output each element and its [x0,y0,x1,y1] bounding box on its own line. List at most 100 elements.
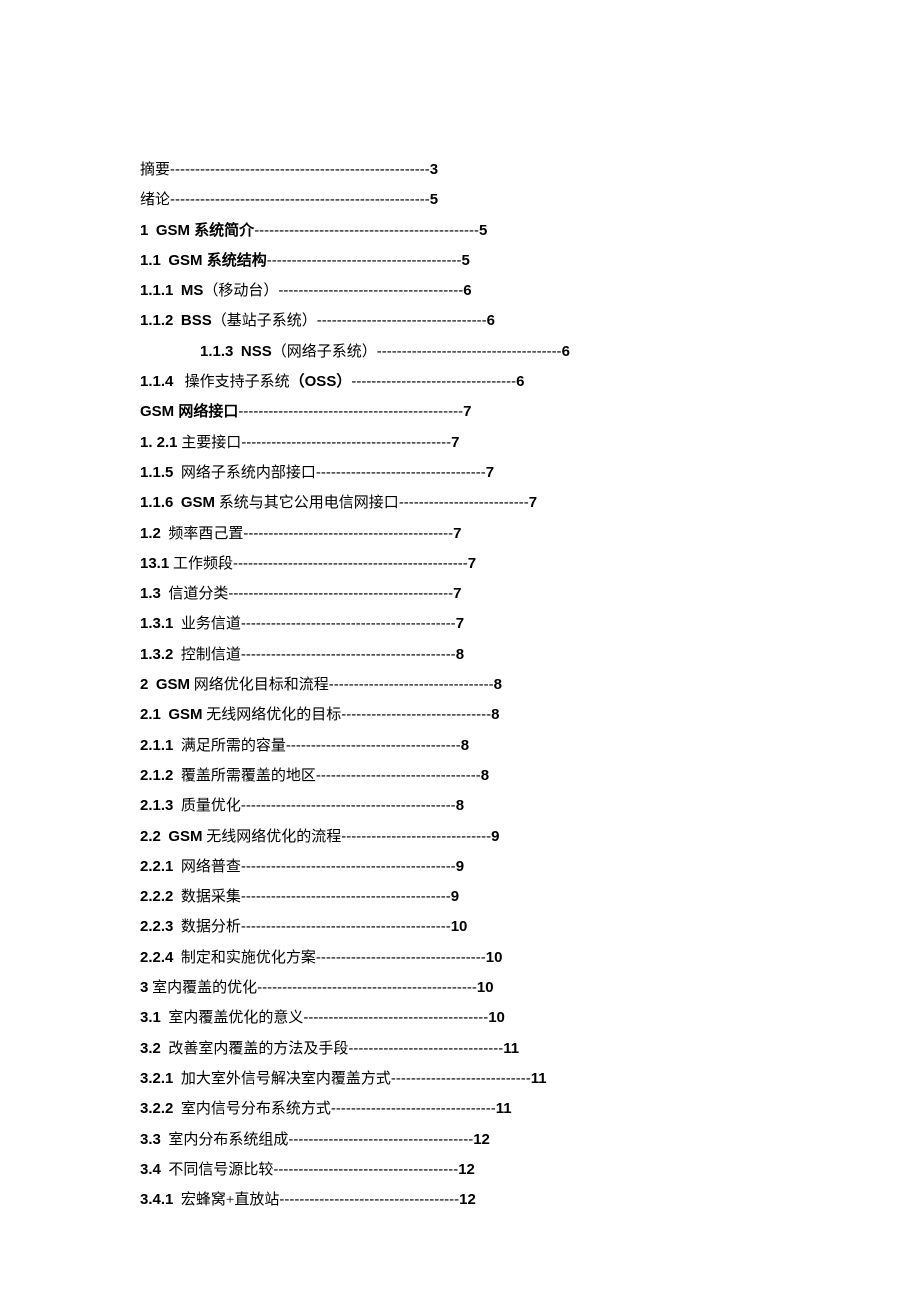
toc-leader: ------------------------------------- [278,276,463,306]
toc-entry: 3.2 改善室内覆盖的方法及手段 -----------------------… [140,1034,780,1064]
toc-leader: --------------------------------- [331,1094,496,1124]
toc-number: 2 [140,676,148,693]
toc-label: 1.1.6 GSM 系统与其它公用电信网接口 [140,488,399,518]
toc-number: 1.1 [140,252,161,269]
toc-page-number: 6 [562,337,570,367]
toc-page-number: 7 [486,458,494,488]
toc-leader: ----------------------------------------… [257,973,477,1003]
toc-number: 1.3 [140,585,161,602]
toc-title: 覆盖所需覆盖的地区 [181,768,316,784]
toc-page-number: 6 [463,276,471,306]
toc-entry: 2.2.2 数据采集 -----------------------------… [140,882,780,912]
toc-title: 室内分布系统组成 [168,1132,288,1148]
toc-label: 1.1.4 操作支持子系统（OSS） [140,367,351,397]
toc-page-number: 8 [491,700,499,730]
toc-title: MS（移动台） [181,283,279,299]
toc-label: 1.3 信道分类 [140,579,228,609]
toc-entry: 2.2 GSM 无线网络优化的流程 ----------------------… [140,822,780,852]
toc-entry: 1.3.1 业务信道 -----------------------------… [140,609,780,639]
toc-number: 2.1.3 [140,797,173,814]
toc-label: 1.1.1 MS（移动台） [140,276,278,306]
toc-label: GSM 网络接口 [140,397,238,427]
toc-label: 1.3.2 控制信道 [140,640,241,670]
toc-entry: 1 GSM 系统简介------------------------------… [140,216,780,246]
toc-entry: 1.1 GSM 系统结构----------------------------… [140,246,780,276]
toc-entry: 3.3 室内分布系统组成 ---------------------------… [140,1125,780,1155]
toc-entry: 1.1.2 BSS（基站子系统） -----------------------… [140,306,780,336]
toc-label: 3.2.2 室内信号分布系统方式 [140,1094,331,1124]
toc-label: 1.3.1 业务信道 [140,609,241,639]
toc-page-number: 8 [461,731,469,761]
toc-entry: 1.1.6 GSM 系统与其它公用电信网接口 -----------------… [140,488,780,518]
toc-leader: --------------------------------- [329,670,494,700]
toc-leader: ---------------------------- [391,1064,531,1094]
toc-page-number: 3 [430,155,438,185]
toc-label: 2.2 GSM 无线网络优化的流程 [140,822,341,852]
toc-label: 1.1 GSM 系统结构 [140,246,267,276]
toc-leader: ----------------------------------- [286,731,461,761]
toc-page-number: 9 [456,852,464,882]
toc-number: 3.4.1 [140,1191,173,1208]
toc-title: GSM 系统结构 [168,252,266,269]
toc-number: 1.3.1 [140,615,173,632]
toc-title: 室内覆盖优化的意义 [168,1010,303,1026]
toc-entry: 1.1.1 MS（移动台） --------------------------… [140,276,780,306]
toc-page-number: 7 [463,397,471,427]
toc-title: 工作频段 [173,556,233,572]
toc-number: 2.2 [140,828,161,845]
toc-title: 数据采集 [181,889,241,905]
toc-entry: 摘要 -------------------------------------… [140,155,780,185]
toc-number: 2.2.3 [140,918,173,935]
toc-page-number: 12 [458,1155,475,1185]
toc-entry: 1.1.4 操作支持子系统（OSS） ---------------------… [140,367,780,397]
toc-number: 3.4 [140,1161,161,1178]
toc-label: 1. 2.1 主要接口 [140,428,241,458]
toc-title: 操作支持子系统（OSS） [181,374,351,390]
toc-entry: 3.4.1 宏蜂窝+直放站 --------------------------… [140,1185,780,1215]
toc-title: 信道分类 [168,586,228,602]
toc-entry: 2.2.3 数据分析 -----------------------------… [140,912,780,942]
toc-number: 3.2 [140,1040,161,1057]
toc-number: 2.1.1 [140,737,173,754]
toc-leader: ------------------------------------ [279,1185,459,1215]
toc-title: GSM 网络优化目标和流程 [156,677,329,693]
toc-title: 不同信号源比较 [168,1162,273,1178]
toc-page-number: 5 [479,216,487,246]
toc-title: 业务信道 [181,616,241,632]
toc-number: 1.3.2 [140,646,173,663]
toc-entry: 1. 2.1 主要接口 ----------------------------… [140,428,780,458]
toc-label: 2.1.3 质量优化 [140,791,241,821]
toc-number: 1.2 [140,525,161,542]
toc-page-number: 7 [468,549,476,579]
toc-title: GSM 系统与其它公用电信网接口 [181,495,399,511]
toc-label: 3.3 室内分布系统组成 [140,1125,288,1155]
toc-entry: 2.1.3 质量优化 -----------------------------… [140,791,780,821]
toc-leader: --------------------------------- [316,761,481,791]
toc-title: GSM 系统简介 [156,222,254,239]
toc-label: 13.1 工作频段 [140,549,233,579]
toc-title: 摘要 [140,162,170,178]
toc-label: 3 室内覆盖的优化 [140,973,257,1003]
toc-leader: ----------------------------------------… [254,216,479,246]
toc-number: 2.1.2 [140,767,173,784]
toc-entry: 2 GSM 网络优化目标和流程 ------------------------… [140,670,780,700]
toc-title: GSM 无线网络优化的目标 [168,707,341,723]
toc-number: 3.2.1 [140,1070,173,1087]
toc-entry: 3.2.2 室内信号分布系统方式 -----------------------… [140,1094,780,1124]
toc-label: 3.4 不同信号源比较 [140,1155,273,1185]
toc-page-number: 10 [451,912,468,942]
toc-entry: 2.2.4 制定和实施优化方案 ------------------------… [140,943,780,973]
toc-label: 摘要 [140,155,170,185]
toc-entry: 1.1.3 NSS（网络子系统） -----------------------… [140,337,780,367]
toc-leader: ----------------------------------------… [238,397,463,427]
toc-entry: 1.3 信道分类 -------------------------------… [140,579,780,609]
toc-label: 绪论 [140,185,170,215]
toc-page-number: 12 [459,1185,476,1215]
toc-title: 宏蜂窝+直放站 [181,1192,279,1208]
toc-leader: -------------------------- [399,488,529,518]
toc-title: 数据分析 [181,919,241,935]
toc-leader: ------------------------------ [341,700,491,730]
toc-leader: ------------------------------- [348,1034,503,1064]
toc-leader: ----------------------------------------… [228,579,453,609]
toc-leader: ----------------------------------------… [241,791,456,821]
